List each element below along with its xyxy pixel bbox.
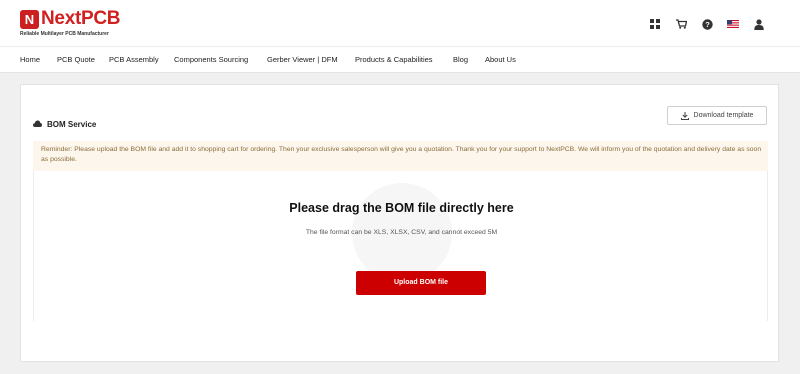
nav-pcb-quote[interactable]: PCB Quote xyxy=(57,55,95,64)
upload-cloud-icon xyxy=(33,115,42,133)
nav-about-us[interactable]: About Us xyxy=(485,55,516,64)
bom-drop-zone[interactable]: Please drag the BOM file directly here T… xyxy=(33,171,768,321)
nav-gerber-viewer[interactable]: Gerber Viewer | DFM xyxy=(267,55,338,64)
header-icons: ? xyxy=(642,16,772,32)
reminder-notice: Reminder: Please upload the BOM file and… xyxy=(33,141,768,171)
grid-icon[interactable] xyxy=(642,16,668,32)
bom-service-title: BOM Service xyxy=(47,119,97,129)
download-icon xyxy=(680,111,689,120)
logo-tagline: Reliable Multilayer PCB Manufacturer xyxy=(20,31,109,37)
cart-icon[interactable] xyxy=(668,16,694,32)
drop-zone-subtitle: The file format can be XLS, XLSX, CSV, a… xyxy=(305,229,498,236)
download-template-label: Download template xyxy=(693,112,754,119)
logo-name: NextPCB xyxy=(41,8,121,29)
bom-service-card: BOM Service Download template Reminder: … xyxy=(20,84,779,362)
nav-pcb-assembly[interactable]: PCB Assembly xyxy=(109,55,159,64)
bom-service-header: BOM Service xyxy=(33,115,96,133)
nextpcb-logo[interactable]: N NextPCB Reliable Multilayer PCB Manufa… xyxy=(20,8,121,38)
nav-components-sourcing[interactable]: Components Sourcing xyxy=(174,55,248,64)
us-flag-icon[interactable] xyxy=(720,16,746,32)
main-nav: Home PCB Quote PCB Assembly Components S… xyxy=(0,46,800,73)
site-header: N NextPCB Reliable Multilayer PCB Manufa… xyxy=(0,0,800,46)
upload-bom-button[interactable]: Upload BOM file xyxy=(356,271,486,295)
logo-mark: N xyxy=(20,10,39,29)
nav-blog[interactable]: Blog xyxy=(453,55,468,64)
svg-text:?: ? xyxy=(705,20,710,29)
drop-zone-title: Please drag the BOM file directly here xyxy=(289,201,514,215)
user-icon[interactable] xyxy=(746,16,772,32)
download-template-button[interactable]: Download template xyxy=(667,106,767,125)
help-icon[interactable]: ? xyxy=(694,16,720,32)
nav-products-capabilities[interactable]: Products & Capabilities xyxy=(355,55,433,64)
nav-home[interactable]: Home xyxy=(20,55,40,64)
